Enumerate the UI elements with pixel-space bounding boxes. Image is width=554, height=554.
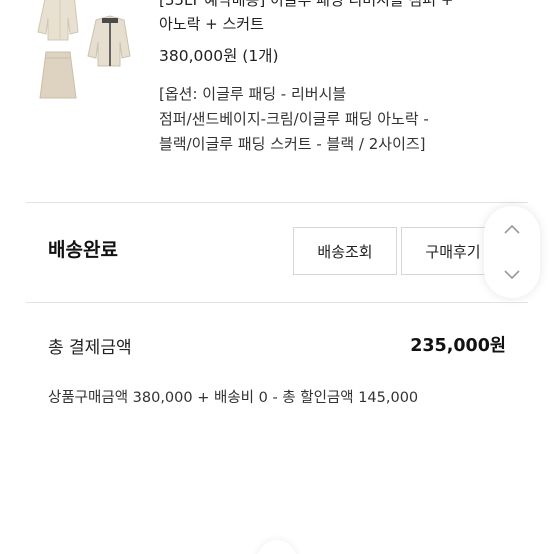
product-option-line: 점퍼/샌드베이지-크림/이글루 패딩 아노락 - <box>159 110 429 128</box>
product-option-line: 블랙/이글루 패딩 스커트 - 블랙 / 2사이즈] <box>159 135 426 153</box>
order-status: 배송완료 <box>48 239 118 261</box>
product-name[interactable]: [35LT 예약배송] 이글루 패딩 리버시블 점퍼 + <box>159 0 534 12</box>
chevron-up-icon[interactable] <box>504 224 520 234</box>
section-divider <box>26 302 528 303</box>
product-option-line: [옵션: 이글루 패딩 - 리버시블 <box>159 85 347 103</box>
payment-breakdown: 상품구매금액 380,000 + 배송비 0 - 총 할인금액 145,000 <box>48 390 419 406</box>
product-thumbnail[interactable] <box>26 0 144 106</box>
product-option: [옵션: 이글루 패딩 - 리버시블 점퍼/샌드베이지-크림/이글루 패딩 아노… <box>159 82 534 157</box>
product-image <box>37 0 131 99</box>
product-info: [35LT 예약배송] 이글루 패딩 리버시블 점퍼 + 아노락 + 스커트 3… <box>159 0 534 157</box>
total-payment-label: 총 결제금액 <box>48 338 132 358</box>
section-divider <box>26 202 528 203</box>
total-payment-value: 235,000원 <box>410 336 506 356</box>
chevron-down-icon[interactable] <box>504 270 520 280</box>
product-name-continued[interactable]: 아노락 + 스커트 <box>159 12 534 36</box>
floating-button[interactable] <box>257 540 297 554</box>
scroll-control <box>484 206 540 298</box>
product-price: 380,000원 (1개) <box>159 47 279 65</box>
order-detail-page: [35LT 예약배송] 이글루 패딩 리버시블 점퍼 + 아노락 + 스커트 3… <box>0 0 554 554</box>
track-shipment-button[interactable]: 배송조회 <box>293 227 397 275</box>
